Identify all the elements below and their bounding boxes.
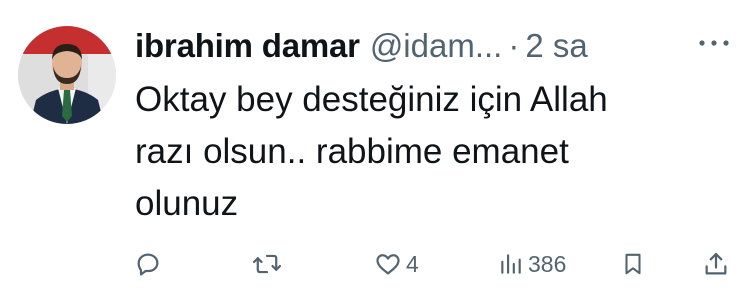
more-icon	[699, 40, 729, 46]
tweet-header: ibrahim damar @idam... · 2 sa	[135, 24, 735, 68]
tweet-actions: 4 386	[0, 246, 750, 282]
share-icon	[705, 252, 727, 275]
views-count: 386	[528, 250, 567, 277]
author-name[interactable]: ibrahim damar	[135, 27, 360, 65]
tweet[interactable]: ibrahim damar @idam... · 2 sa Oktay bey …	[0, 0, 750, 301]
views-icon	[501, 254, 521, 274]
header-separator: ·	[508, 27, 520, 64]
tweet-time[interactable]: 2 sa	[525, 27, 587, 65]
bookmark-button[interactable]	[620, 246, 646, 282]
author-handle[interactable]: @idam...	[370, 27, 503, 65]
share-button[interactable]	[702, 246, 730, 282]
avatar[interactable]	[18, 26, 116, 124]
retweet-icon	[252, 254, 282, 274]
heart-icon	[376, 254, 400, 275]
tweet-text: Oktay bey desteğiniz için Allah razı ols…	[135, 80, 608, 223]
reply-icon	[137, 253, 159, 276]
like-count: 4	[406, 250, 419, 277]
more-button[interactable]	[692, 28, 736, 58]
views-button[interactable]: 386	[498, 246, 566, 282]
bookmark-icon	[625, 253, 641, 275]
like-button[interactable]: 4	[374, 246, 419, 282]
avatar-photo	[18, 26, 116, 124]
reply-button[interactable]	[134, 246, 162, 282]
retweet-button[interactable]	[252, 246, 282, 282]
